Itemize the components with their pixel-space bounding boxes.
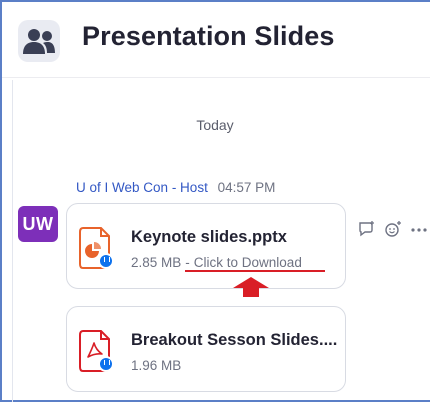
message-time: 04:57 PM	[217, 180, 276, 195]
reply-thread-icon[interactable]	[358, 220, 376, 238]
pdf-file-icon	[79, 329, 114, 373]
download-icon	[98, 253, 114, 269]
sender-name[interactable]: U of I Web Con	[76, 180, 168, 195]
date-divider: Today	[196, 117, 234, 133]
channel-header: Presentation Slides	[2, 2, 430, 78]
group-icon	[18, 20, 60, 62]
more-options-icon[interactable]	[410, 220, 428, 238]
file-size: 2.85 MB	[131, 255, 182, 270]
add-reaction-icon[interactable]	[384, 220, 402, 238]
sender-role: - Host	[171, 180, 208, 195]
file-name: Breakout Sesson Slides....	[131, 331, 338, 349]
powerpoint-file-icon	[79, 226, 114, 270]
file-attachment-card[interactable]: Breakout Sesson Slides.... 1.96 MB	[66, 306, 346, 392]
file-attachment-card[interactable]: Keynote slides.pptx 2.85 MB - Click to Dow…	[66, 203, 346, 289]
highlight-underline	[185, 270, 325, 272]
file-name: Keynote slides.pptx	[131, 228, 287, 246]
file-meta: 1.96 MB	[131, 358, 181, 373]
arrow-up-icon	[233, 277, 269, 297]
avatar[interactable]: UW	[18, 206, 58, 242]
channel-title: Presentation Slides	[82, 21, 335, 51]
download-link[interactable]: Click to Download	[194, 255, 302, 270]
download-icon	[98, 356, 114, 372]
file-meta: 2.85 MB - Click to Download	[131, 255, 302, 270]
message-actions	[358, 220, 428, 238]
message-header: U of I Web Con - Host 04:57 PM	[76, 180, 275, 195]
file-size: 1.96 MB	[131, 358, 182, 373]
